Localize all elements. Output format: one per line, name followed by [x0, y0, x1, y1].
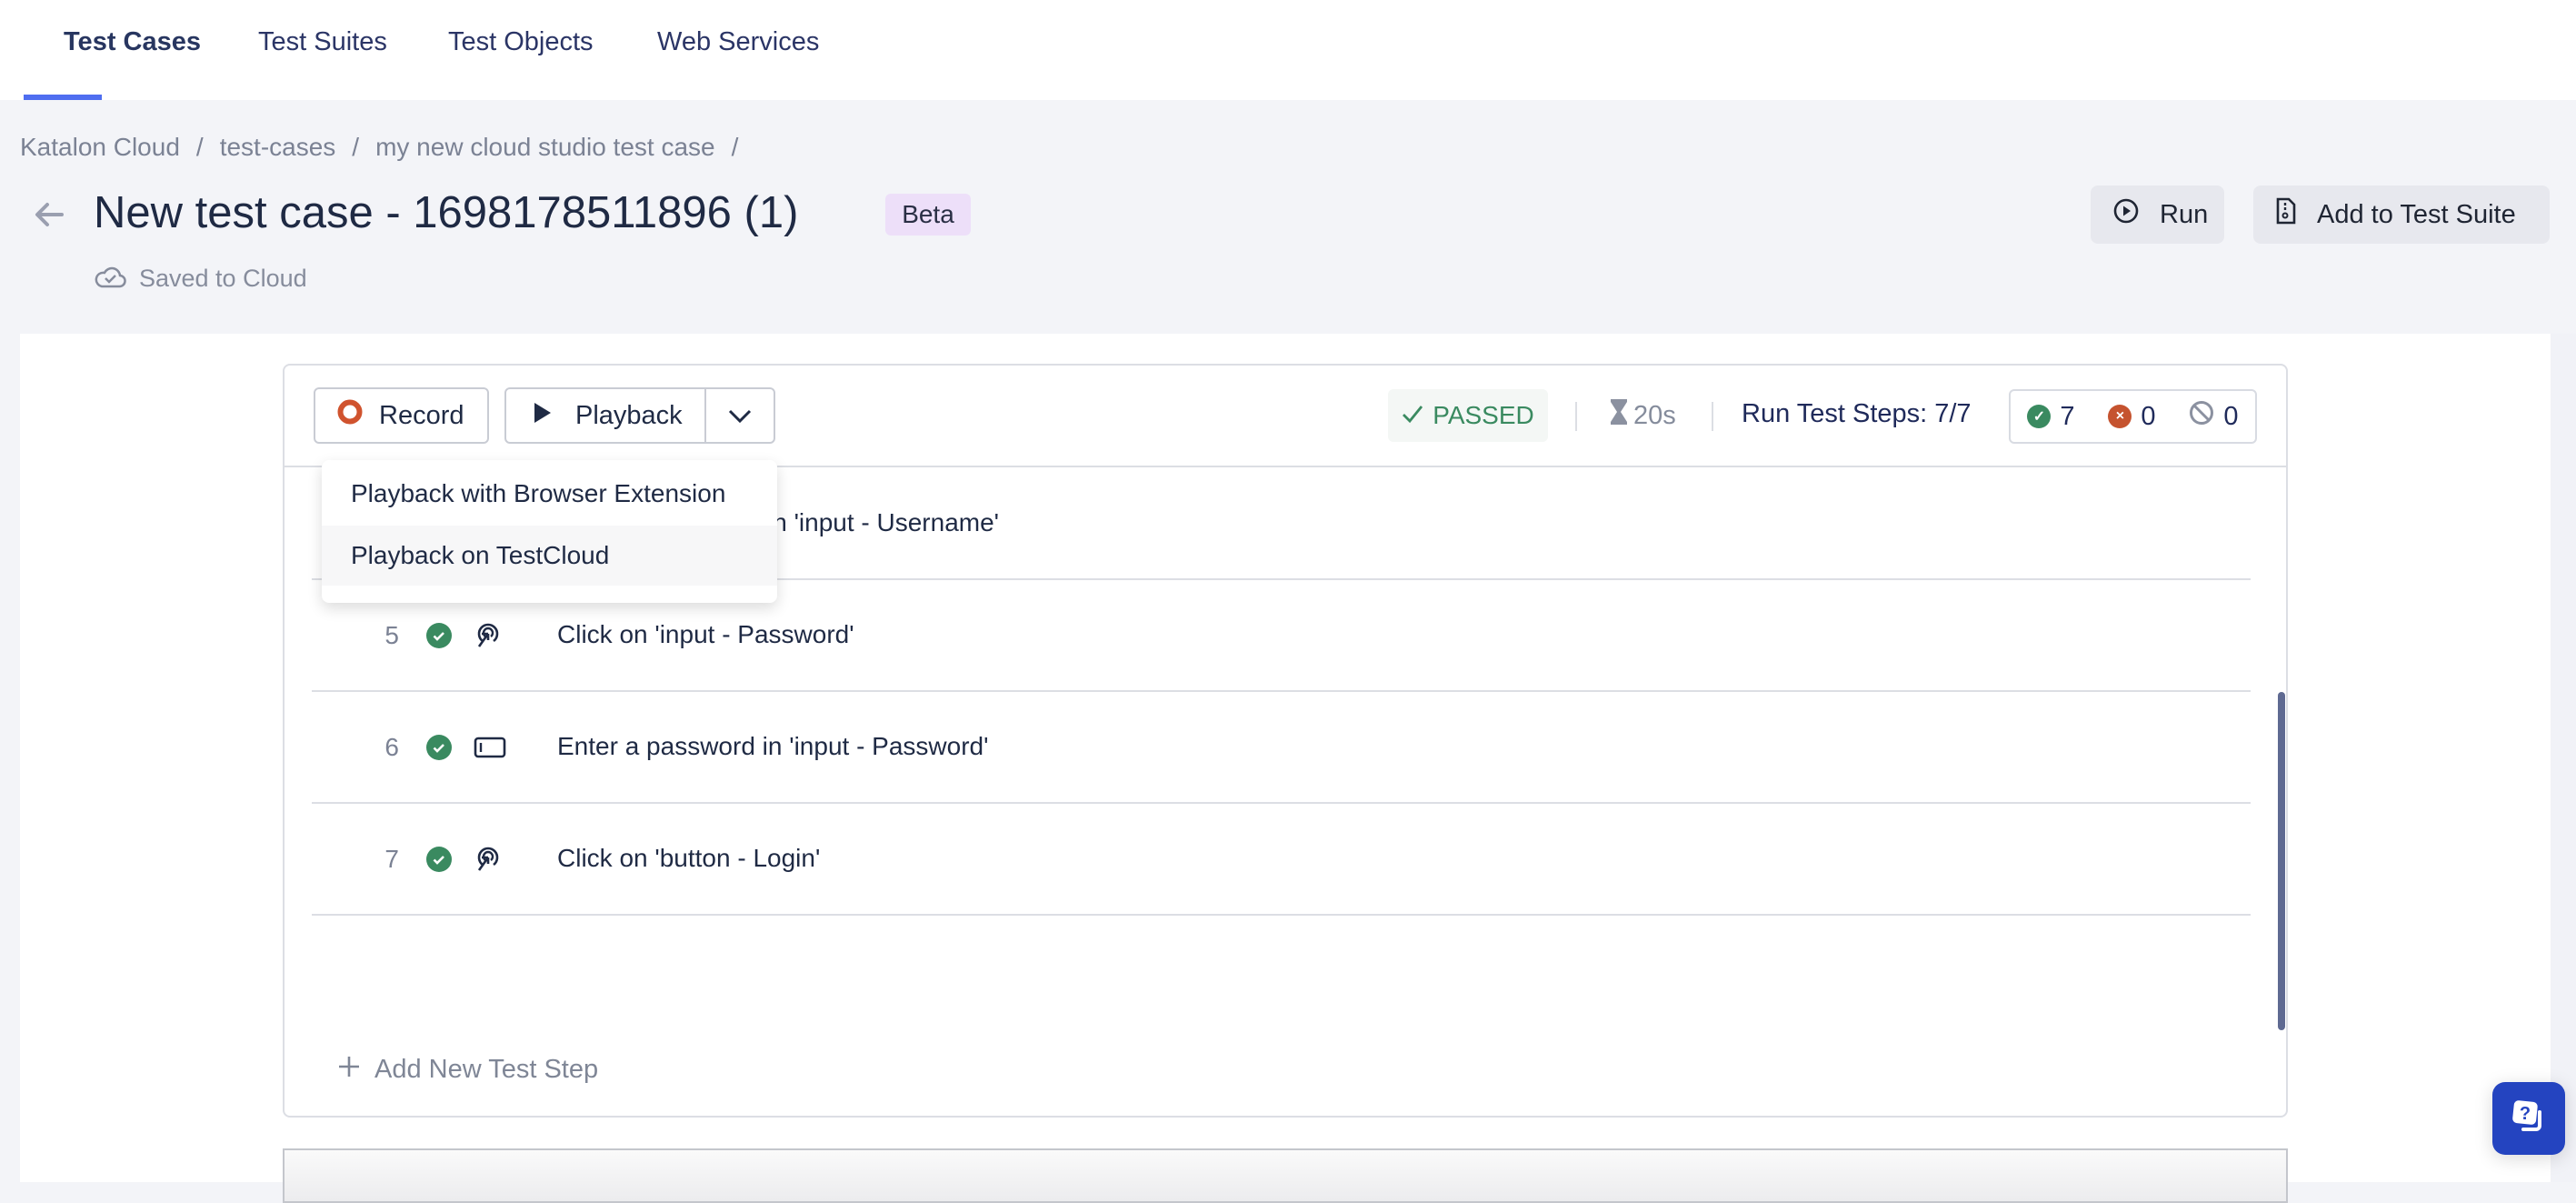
tab-test-suites[interactable]: Test Suites: [258, 27, 387, 57]
click-icon: [474, 621, 503, 655]
step-number: 7: [384, 845, 399, 873]
back-arrow-icon[interactable]: [31, 196, 67, 233]
failed-count: × 0: [2108, 401, 2156, 432]
step-number: 5: [384, 621, 399, 649]
passed-check-icon: [426, 847, 452, 877]
run-test-steps: Run Test Steps: 7/7: [1742, 399, 1972, 428]
skipped-count: 0: [2189, 400, 2239, 433]
tab-web-services[interactable]: Web Services: [657, 27, 819, 57]
page-title: New test case - 1698178511896 (1): [94, 188, 799, 237]
failed-count-value: 0: [2141, 401, 2156, 431]
check-circle-icon: ✓: [2027, 405, 2052, 428]
menu-item-playback-browser-extension[interactable]: Playback with Browser Extension: [322, 464, 777, 524]
plus-icon: [338, 1055, 360, 1085]
playback-dropdown-toggle[interactable]: [706, 389, 774, 442]
duration-text: 20s: [1633, 400, 1676, 430]
passed-count-value: 7: [2060, 401, 2075, 431]
chevron-down-icon: [728, 401, 752, 431]
record-icon: [337, 399, 363, 432]
cloud-check-icon: [94, 262, 126, 296]
svg-text:?: ?: [2520, 1104, 2531, 1124]
secondary-card: [283, 1148, 2288, 1203]
right-gutter: [2551, 334, 2576, 1182]
active-tab-indicator: [24, 95, 102, 100]
playback-menu: Playback with Browser Extension Playback…: [322, 460, 777, 603]
tab-test-objects[interactable]: Test Objects: [448, 27, 594, 57]
saved-status-text: Saved to Cloud: [139, 265, 307, 292]
playback-split-button: Playback: [504, 387, 775, 444]
status-badge: PASSED: [1388, 389, 1548, 442]
check-icon: [1402, 401, 1423, 430]
passed-count: ✓ 7: [2027, 401, 2075, 432]
playback-label: Playback: [575, 400, 683, 430]
breadcrumb-item[interactable]: Katalon Cloud: [20, 133, 180, 161]
run-button[interactable]: Run: [2091, 185, 2224, 244]
hourglass-icon: [1610, 398, 1628, 433]
menu-item-playback-testcloud[interactable]: Playback on TestCloud: [322, 526, 777, 586]
step-description: Enter a password in 'input - Password': [557, 732, 989, 760]
play-icon: [534, 401, 552, 431]
step-description: Click on 'input - Password': [557, 620, 854, 648]
breadcrumb-item[interactable]: my new cloud studio test case: [375, 133, 715, 161]
click-icon: [474, 845, 503, 878]
beta-badge: Beta: [885, 194, 971, 236]
add-to-test-suite-label: Add to Test Suite: [2317, 199, 2516, 229]
passed-check-icon: [426, 623, 452, 653]
record-label: Record: [379, 400, 464, 430]
add-new-test-step-label: Add New Test Step: [374, 1055, 599, 1084]
play-circle-icon: [2112, 197, 2140, 232]
breadcrumb-separator: /: [195, 133, 204, 161]
input-icon: [474, 737, 506, 763]
run-label: Run: [2160, 199, 2209, 229]
step-description: in 'input - Username': [767, 508, 1000, 536]
record-button[interactable]: Record: [314, 387, 489, 444]
add-to-test-suite-button[interactable]: Add to Test Suite: [2253, 185, 2550, 244]
passed-check-icon: [426, 735, 452, 765]
breadcrumb: Katalon Cloud / test-cases / my new cloud st…: [20, 133, 754, 162]
add-new-test-step-button[interactable]: Add New Test Step: [338, 1055, 598, 1085]
help-question-icon: ?: [2509, 1097, 2549, 1141]
test-step-row[interactable]: 6 Enter a password in 'input - Password': [312, 692, 2251, 804]
ban-icon: [2189, 400, 2214, 433]
tab-test-cases[interactable]: Test Cases: [64, 27, 201, 57]
x-circle-icon: ×: [2108, 405, 2132, 428]
result-counts: ✓ 7 × 0 0: [2009, 389, 2257, 444]
top-nav: Test Cases Test Suites Test Objects Web …: [0, 0, 2576, 100]
divider: [1575, 402, 1577, 431]
status-text: PASSED: [1433, 401, 1534, 429]
divider: [1712, 402, 1713, 431]
help-chat-button[interactable]: ?: [2492, 1082, 2565, 1155]
breadcrumb-item[interactable]: test-cases: [220, 133, 336, 161]
step-description: Click on 'button - Login': [557, 844, 821, 872]
saved-status: Saved to Cloud: [94, 262, 307, 296]
breadcrumb-separator: /: [352, 133, 360, 161]
test-step-row[interactable]: 7 Click on 'button - Login': [312, 804, 2251, 916]
file-zip-icon: [2275, 197, 2297, 232]
breadcrumb-separator: /: [731, 133, 739, 161]
skipped-count-value: 0: [2223, 401, 2239, 431]
scrollbar-thumb[interactable]: [2278, 692, 2285, 1030]
duration: 20s: [1610, 398, 1676, 433]
playback-button[interactable]: Playback: [506, 389, 706, 442]
step-number: 6: [384, 733, 399, 761]
